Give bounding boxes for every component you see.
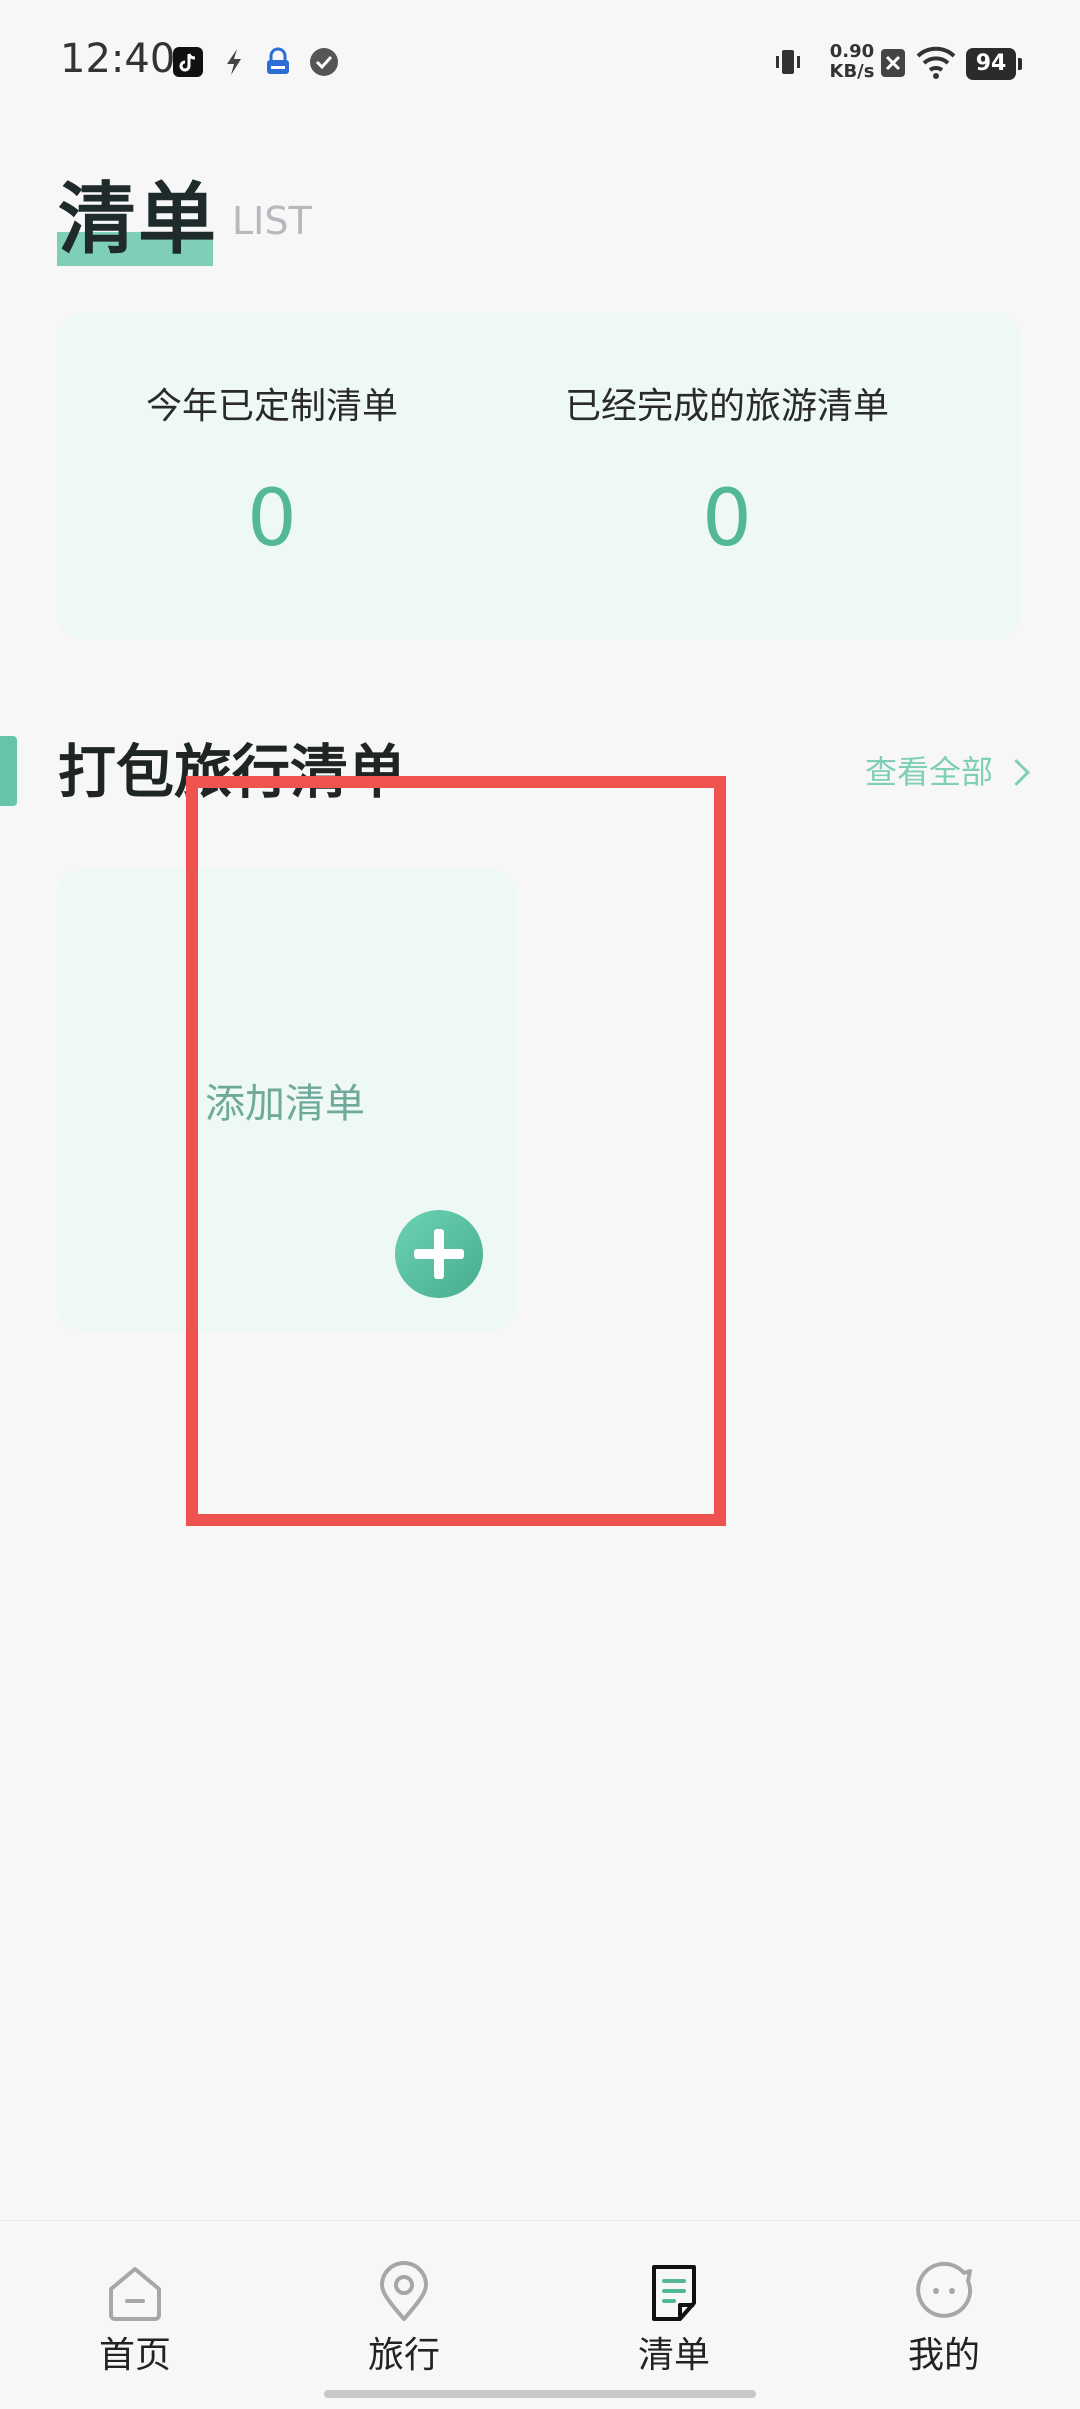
battery-icon: 94: [966, 48, 1016, 80]
nav-item-list[interactable]: 清单: [574, 2261, 774, 2379]
view-all-label: 查看全部: [864, 753, 993, 791]
view-all-link[interactable]: 查看全部: [864, 748, 1030, 796]
highlight-box: [186, 776, 726, 1526]
section-accent-bar: [0, 736, 17, 806]
lock-app-icon: [267, 47, 289, 74]
chevron-right-icon: [1003, 758, 1030, 786]
nav-label-home: 首页: [98, 2335, 171, 2376]
page-title: 清单: [58, 175, 219, 265]
stat-completed: 已经完成的旅游清单 0: [557, 382, 897, 564]
stat-completed-value: 0: [702, 474, 752, 564]
nav-label-mine: 我的: [907, 2335, 980, 2376]
home-indicator: [324, 2390, 756, 2398]
wifi-icon: [916, 46, 956, 79]
stat-yearly-value: 0: [247, 474, 297, 564]
smiley-chat-icon: [916, 2261, 973, 2318]
stat-yearly-label: 今年已定制清单: [145, 386, 398, 427]
location-pin-icon: [380, 2261, 428, 2321]
tiktok-icon: [173, 47, 203, 77]
status-bar: 12:40 0.90 KB/s 94: [0, 0, 1080, 120]
nav-label-list: 清单: [637, 2335, 710, 2376]
sim-x-icon: [881, 49, 905, 77]
net-speed-unit: KB/s: [829, 61, 875, 82]
page-subtitle: LIST: [232, 199, 312, 243]
list-document-icon: [652, 2265, 696, 2321]
stat-completed-label: 已经完成的旅游清单: [564, 386, 889, 427]
nav-item-travel[interactable]: 旅行: [304, 2261, 504, 2379]
check-circle-icon: [310, 48, 338, 76]
net-speed-value: 0.90: [829, 41, 875, 62]
stat-yearly: 今年已定制清单 0: [127, 382, 417, 564]
nav-label-travel: 旅行: [367, 2335, 440, 2376]
battery-tip: [1018, 58, 1022, 70]
stats-card: 今年已定制清单 0 已经完成的旅游清单 0: [57, 312, 1021, 640]
bolt-icon: [227, 49, 241, 75]
nav-item-mine[interactable]: 我的: [844, 2261, 1044, 2379]
vibrate-icon: [776, 50, 800, 74]
bottom-nav: 首页 旅行 清单 我的: [0, 2220, 1080, 2409]
status-time: 12:40: [60, 36, 176, 82]
net-speed: 0.90 KB/s: [822, 42, 882, 82]
home-icon: [109, 2267, 161, 2321]
nav-item-home[interactable]: 首页: [35, 2261, 235, 2379]
